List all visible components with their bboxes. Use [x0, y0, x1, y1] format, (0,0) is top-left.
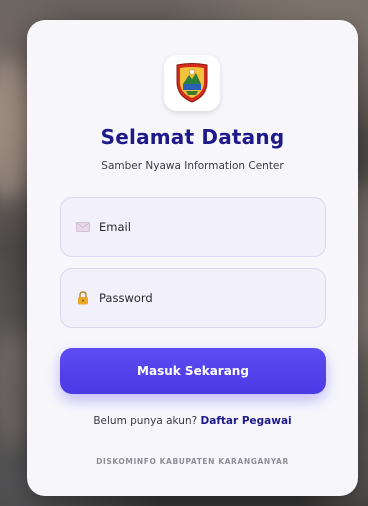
email-input[interactable]	[99, 220, 299, 234]
login-button[interactable]: Masuk Sekarang	[60, 348, 326, 394]
page-title: Selamat Datang	[100, 125, 285, 149]
password-field[interactable]	[60, 268, 326, 328]
register-prompt: Belum punya akun? Daftar Pegawai	[27, 415, 358, 427]
register-prompt-text: Belum punya akun?	[93, 415, 198, 427]
email-field[interactable]	[60, 197, 326, 257]
lock-icon	[75, 290, 91, 306]
logo-container	[164, 55, 220, 111]
page-subtitle: Samber Nyawa Information Center	[101, 160, 284, 172]
register-link[interactable]: Daftar Pegawai	[201, 415, 292, 427]
password-input[interactable]	[99, 291, 299, 305]
footer-text: DISKOMINFO KABUPATEN KARANGANYAR	[96, 457, 289, 466]
envelope-icon	[75, 219, 91, 235]
karanganyar-emblem-icon	[176, 63, 208, 103]
login-card: Selamat Datang Samber Nyawa Information …	[27, 20, 358, 496]
